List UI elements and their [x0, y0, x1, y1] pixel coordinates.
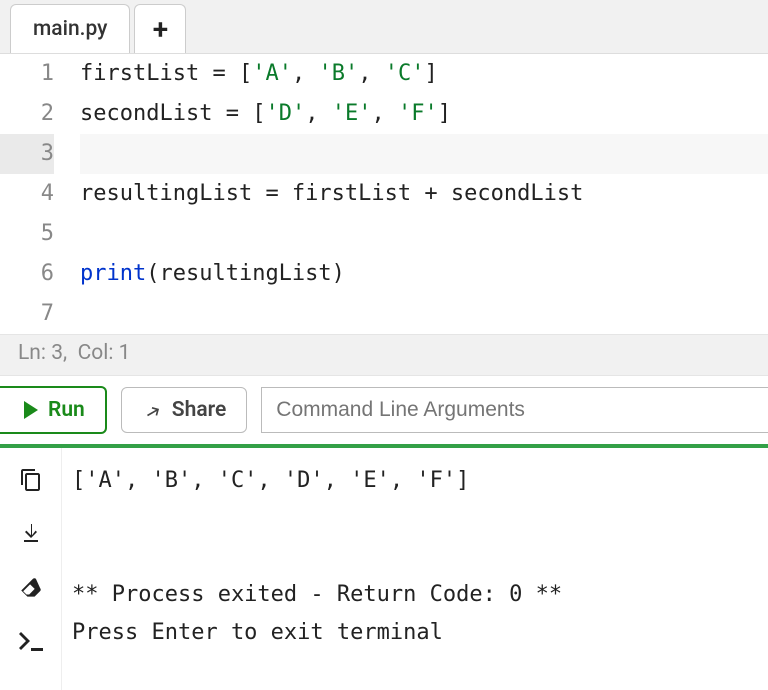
share-icon	[142, 400, 162, 420]
tab-bar: main.py +	[0, 0, 768, 54]
status-col: 1	[119, 341, 131, 365]
output-panel: ['A', 'B', 'C', 'D', 'E', 'F'] ** Proces…	[0, 448, 768, 690]
tab-label: main.py	[33, 17, 107, 41]
code-editor[interactable]: 1234567 firstList = ['A', 'B', 'C']secon…	[0, 54, 768, 334]
status-ln-prefix: Ln:	[18, 341, 51, 365]
code-line[interactable]	[80, 294, 768, 334]
code-line[interactable]: print(resultingList)	[80, 254, 768, 294]
code-line[interactable]: secondList = ['D', 'E', 'F']	[80, 94, 768, 134]
share-label: Share	[172, 398, 226, 422]
copy-icon[interactable]	[17, 466, 45, 494]
line-number: 3	[0, 134, 54, 174]
plus-icon: +	[153, 13, 168, 46]
run-label: Run	[48, 398, 85, 422]
status-col-prefix: Col:	[78, 341, 119, 365]
toolbar: Run Share	[0, 376, 768, 444]
status-ln: 3	[51, 341, 63, 365]
play-icon	[24, 401, 38, 419]
erase-icon[interactable]	[17, 574, 45, 602]
line-number: 5	[0, 214, 54, 254]
run-button[interactable]: Run	[0, 386, 107, 434]
code-line[interactable]	[80, 214, 768, 254]
cli-args-input[interactable]	[261, 387, 768, 433]
line-number: 7	[0, 294, 54, 334]
terminal-output[interactable]: ['A', 'B', 'C', 'D', 'E', 'F'] ** Proces…	[62, 448, 768, 690]
line-number: 4	[0, 174, 54, 214]
code-line[interactable]: resultingList = firstList + secondList	[80, 174, 768, 214]
line-number: 6	[0, 254, 54, 294]
line-gutter: 1234567	[0, 54, 68, 334]
share-button[interactable]: Share	[121, 387, 247, 433]
line-number: 1	[0, 54, 54, 94]
line-number: 2	[0, 94, 54, 134]
add-tab-button[interactable]: +	[134, 4, 186, 53]
output-sidebar	[0, 448, 62, 690]
code-line[interactable]: firstList = ['A', 'B', 'C']	[80, 54, 768, 94]
terminal-icon[interactable]	[17, 628, 45, 656]
code-content[interactable]: firstList = ['A', 'B', 'C']secondList = …	[68, 54, 768, 334]
download-icon[interactable]	[17, 520, 45, 548]
tab-main[interactable]: main.py	[10, 4, 130, 53]
code-line[interactable]	[80, 134, 768, 174]
status-bar: Ln: 3, Col: 1	[0, 334, 768, 376]
